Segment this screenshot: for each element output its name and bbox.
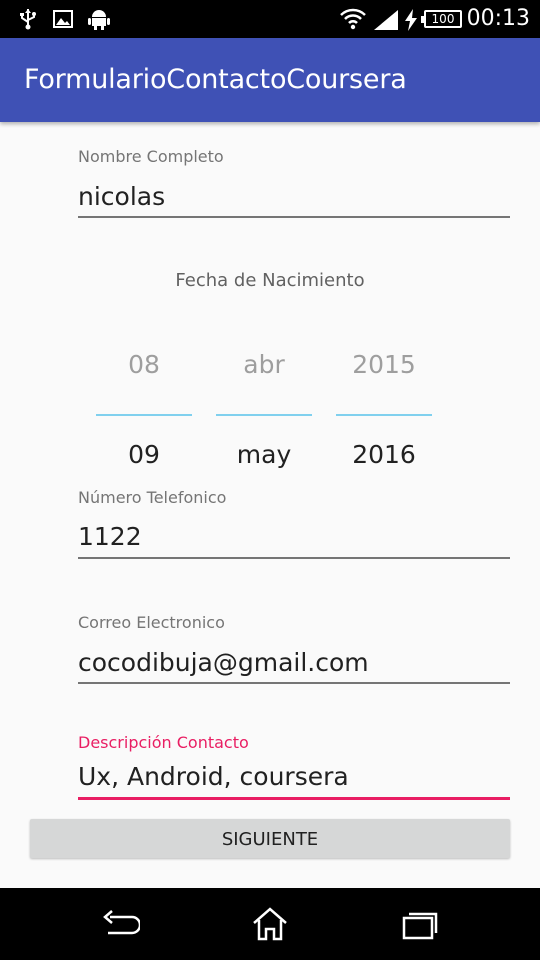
description-field[interactable]: Ux, Android, coursera [78,762,349,791]
year-picker-selected[interactable]: 2016 [336,440,432,469]
back-icon[interactable] [100,906,140,942]
phone-field-underline [78,557,510,559]
day-picker-previous[interactable]: 08 [96,350,192,379]
email-field[interactable]: cocodibuja@gmail.com [78,648,369,677]
day-picker[interactable]: 08 09 [96,0,192,480]
month-picker-previous[interactable]: abr [216,350,312,379]
clock: 00:13 [466,6,530,31]
recents-icon[interactable] [400,906,440,942]
month-picker-divider [216,414,312,416]
day-picker-selected[interactable]: 09 [96,440,192,469]
phone-field[interactable]: 1122 [78,522,142,551]
next-button[interactable]: SIGUIENTE [30,819,510,858]
year-picker-divider [336,414,432,416]
email-label: Correo Electronico [78,613,225,632]
phone-label: Número Telefonico [78,488,227,507]
description-label: Descripción Contacto [78,733,249,752]
usb-icon [20,9,36,30]
month-picker-selected[interactable]: may [216,440,312,469]
navigation-bar [0,888,540,960]
description-field-underline [78,797,510,800]
year-picker-previous[interactable]: 2015 [336,350,432,379]
email-field-underline [78,682,510,684]
home-icon[interactable] [250,906,290,942]
month-picker[interactable]: abr may [216,0,312,480]
year-picker[interactable]: 2015 2016 [336,0,432,480]
image-icon [53,10,73,28]
day-picker-divider [96,414,192,416]
